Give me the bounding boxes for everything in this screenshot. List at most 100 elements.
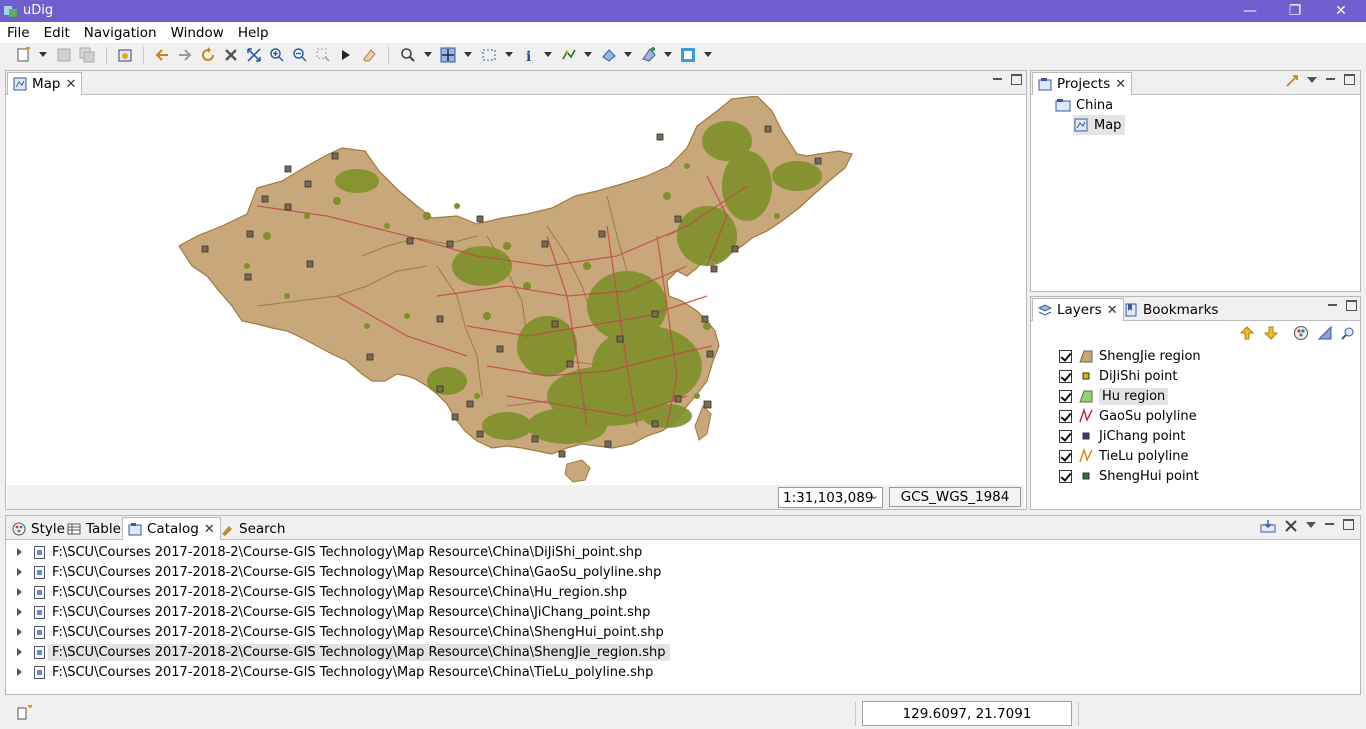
maximize-icon[interactable] bbox=[1343, 519, 1354, 530]
save-icon[interactable] bbox=[56, 47, 72, 63]
new-dropdown-icon[interactable] bbox=[39, 52, 47, 57]
expand-arrow-icon[interactable] bbox=[17, 628, 22, 636]
layer-row[interactable]: GaoSu polyline bbox=[1059, 406, 1197, 426]
catalog-item[interactable]: F:\SCU\Courses 2017-2018-2\Course-GIS Te… bbox=[17, 662, 653, 682]
fast-view-icon[interactable] bbox=[17, 705, 33, 721]
expand-arrow-icon[interactable] bbox=[17, 668, 22, 676]
project-map-item[interactable]: Map bbox=[1073, 115, 1126, 135]
expand-arrow-icon[interactable] bbox=[17, 648, 22, 656]
maximize-icon[interactable] bbox=[1011, 74, 1022, 85]
close-tab-icon[interactable]: ✕ bbox=[204, 522, 215, 537]
zoom-extent-icon[interactable] bbox=[246, 47, 262, 63]
tab-search[interactable]: Search bbox=[215, 517, 290, 540]
close-button[interactable]: ✕ bbox=[1318, 0, 1364, 22]
layer-visibility-checkbox[interactable] bbox=[1059, 349, 1072, 363]
tab-layers[interactable]: Layers ✕ bbox=[1032, 298, 1124, 321]
layer-properties-icon[interactable] bbox=[1340, 325, 1356, 341]
create-feature-dropdown-icon[interactable] bbox=[664, 52, 672, 57]
pan-dropdown-icon[interactable] bbox=[464, 52, 472, 57]
forward-icon[interactable] bbox=[177, 47, 193, 63]
catalog-item[interactable]: F:\SCU\Courses 2017-2018-2\Course-GIS Te… bbox=[17, 622, 664, 642]
layer-visibility-checkbox[interactable] bbox=[1059, 469, 1072, 483]
minimize-icon[interactable] bbox=[992, 74, 1003, 85]
tab-style[interactable]: Style bbox=[7, 517, 70, 540]
move-up-icon[interactable] bbox=[1239, 325, 1255, 341]
layer-visibility-checkbox[interactable] bbox=[1059, 369, 1072, 383]
search-dropdown-icon[interactable] bbox=[424, 52, 432, 57]
maximize-icon[interactable] bbox=[1344, 74, 1355, 85]
style-palette-icon[interactable] bbox=[1293, 325, 1309, 341]
shape-dropdown-icon[interactable] bbox=[704, 52, 712, 57]
menu-navigation[interactable]: Navigation bbox=[77, 25, 164, 41]
expand-arrow-icon[interactable] bbox=[17, 568, 22, 576]
expand-arrow-icon[interactable] bbox=[17, 608, 22, 616]
project-icon[interactable] bbox=[117, 47, 133, 63]
layer-row[interactable]: DiJiShi point bbox=[1059, 366, 1177, 386]
ruler-icon[interactable] bbox=[1317, 325, 1333, 341]
create-feature-icon[interactable] bbox=[641, 47, 657, 63]
feature-edit-dropdown-icon[interactable] bbox=[624, 52, 632, 57]
search-icon[interactable] bbox=[400, 47, 416, 63]
layer-visibility-checkbox[interactable] bbox=[1059, 449, 1072, 463]
tab-catalog[interactable]: Catalog ✕ bbox=[122, 517, 221, 540]
catalog-item[interactable]: F:\SCU\Courses 2017-2018-2\Course-GIS Te… bbox=[17, 542, 642, 562]
catalog-item[interactable]: F:\SCU\Courses 2017-2018-2\Course-GIS Te… bbox=[17, 642, 670, 662]
link-icon[interactable] bbox=[1285, 74, 1299, 88]
layer-row[interactable]: ShengHui point bbox=[1059, 466, 1199, 486]
catalog-item[interactable]: F:\SCU\Courses 2017-2018-2\Course-GIS Te… bbox=[17, 562, 661, 582]
china-map[interactable] bbox=[7, 96, 1024, 485]
back-icon[interactable] bbox=[154, 47, 170, 63]
zoom-in-icon[interactable] bbox=[269, 47, 285, 63]
menu-edit[interactable]: Edit bbox=[37, 25, 77, 41]
pan-icon[interactable] bbox=[440, 47, 456, 63]
minimize-button[interactable]: — bbox=[1227, 0, 1273, 22]
project-china[interactable]: China bbox=[1055, 95, 1113, 115]
close-tab-icon[interactable]: ✕ bbox=[1107, 303, 1118, 318]
feature-edit-icon[interactable] bbox=[601, 47, 617, 63]
layer-visibility-checkbox[interactable] bbox=[1059, 409, 1072, 423]
map-canvas[interactable] bbox=[7, 96, 1024, 485]
tab-map[interactable]: Map ✕ bbox=[7, 72, 83, 95]
save-all-icon[interactable] bbox=[79, 47, 95, 63]
shape-icon[interactable] bbox=[680, 47, 696, 63]
info-icon[interactable]: i bbox=[521, 47, 537, 63]
stop-icon[interactable] bbox=[223, 47, 239, 63]
selection-icon[interactable] bbox=[481, 47, 497, 63]
menu-help[interactable]: Help bbox=[231, 25, 276, 41]
layer-row[interactable]: Hu region bbox=[1059, 386, 1169, 406]
minimize-icon[interactable] bbox=[1324, 519, 1335, 530]
edit-tool-dropdown-icon[interactable] bbox=[584, 52, 592, 57]
tab-projects[interactable]: Projects ✕ bbox=[1032, 72, 1133, 95]
expand-arrow-icon[interactable] bbox=[17, 588, 22, 596]
selection-dropdown-icon[interactable] bbox=[505, 52, 513, 57]
layer-visibility-checkbox[interactable] bbox=[1059, 429, 1072, 443]
zoom-box-icon[interactable] bbox=[315, 47, 331, 63]
close-tab-icon[interactable]: ✕ bbox=[66, 77, 77, 92]
layer-visibility-checkbox[interactable] bbox=[1059, 389, 1072, 403]
restore-button[interactable]: ❐ bbox=[1272, 0, 1318, 22]
menu-window[interactable]: Window bbox=[164, 25, 231, 41]
import-icon[interactable] bbox=[1260, 519, 1276, 533]
close-tab-icon[interactable]: ✕ bbox=[1115, 77, 1126, 92]
new-icon[interactable] bbox=[16, 47, 32, 63]
layer-row[interactable]: TieLu polyline bbox=[1059, 446, 1189, 466]
catalog-item[interactable]: F:\SCU\Courses 2017-2018-2\Course-GIS Te… bbox=[17, 582, 627, 602]
minimize-icon[interactable] bbox=[1327, 300, 1338, 311]
crs-button[interactable]: GCS_WGS_1984 bbox=[889, 487, 1021, 507]
refresh-icon[interactable] bbox=[200, 47, 216, 63]
view-menu-icon[interactable] bbox=[1307, 77, 1317, 83]
move-down-icon[interactable] bbox=[1263, 325, 1279, 341]
view-menu-icon[interactable] bbox=[1306, 522, 1316, 528]
tab-bookmarks[interactable]: Bookmarks bbox=[1119, 298, 1223, 321]
menu-file[interactable]: File bbox=[0, 25, 37, 41]
layer-row[interactable]: JiChang point bbox=[1059, 426, 1186, 446]
info-dropdown-icon[interactable] bbox=[544, 52, 552, 57]
expand-arrow-icon[interactable] bbox=[17, 548, 22, 556]
tab-table[interactable]: Table bbox=[62, 517, 126, 540]
minimize-icon[interactable] bbox=[1325, 74, 1336, 85]
edit-tool-icon[interactable] bbox=[561, 47, 577, 63]
next-icon[interactable] bbox=[338, 47, 354, 63]
maximize-icon[interactable] bbox=[1346, 300, 1357, 311]
zoom-out-icon[interactable] bbox=[292, 47, 308, 63]
eraser-icon[interactable] bbox=[361, 47, 377, 63]
